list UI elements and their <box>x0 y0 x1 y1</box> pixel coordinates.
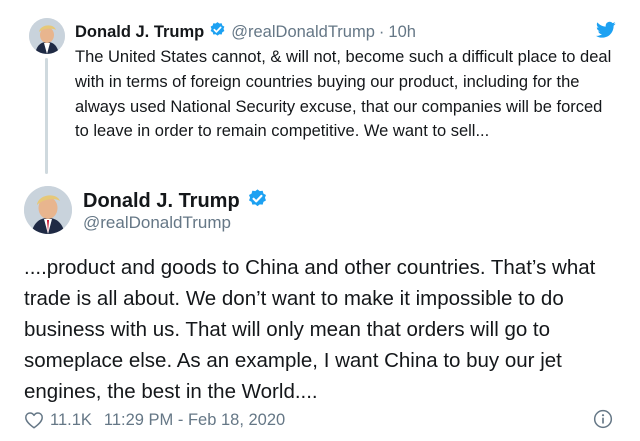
quoted-time-ago[interactable]: 10h <box>388 23 416 42</box>
avatar[interactable] <box>24 186 72 234</box>
avatar[interactable] <box>29 18 65 54</box>
avatar-image <box>24 186 72 234</box>
verified-badge-icon <box>209 21 226 43</box>
verified-badge-icon <box>247 188 268 215</box>
tweet-timestamp[interactable]: 11:29 PM - Feb 18, 2020 <box>104 411 285 430</box>
like-count[interactable]: 11.1K <box>50 411 92 430</box>
quoted-tweet-text: The United States cannot, & will not, be… <box>75 48 612 141</box>
main-tweet-author: Donald J. Trump <box>83 188 268 215</box>
tweet-footer: 11.1K 11:29 PM - Feb 18, 2020 <box>24 409 620 431</box>
quoted-handle[interactable]: @realDonaldTrump <box>231 23 375 42</box>
avatar-image <box>29 18 65 54</box>
meta-separator: · <box>378 22 385 41</box>
twitter-bird-icon[interactable] <box>596 21 616 39</box>
main-handle[interactable]: @realDonaldTrump <box>83 213 231 233</box>
heart-icon[interactable] <box>24 411 44 429</box>
quoted-tweet-header: Donald J. Trump @realDonaldTrump · 10h <box>75 21 416 43</box>
main-display-name[interactable]: Donald J. Trump <box>83 190 240 213</box>
info-icon[interactable] <box>593 409 613 429</box>
quoted-display-name[interactable]: Donald J. Trump <box>75 23 204 42</box>
thread-connector-line <box>45 58 48 174</box>
main-tweet-text: ....product and goods to China and other… <box>24 256 596 403</box>
